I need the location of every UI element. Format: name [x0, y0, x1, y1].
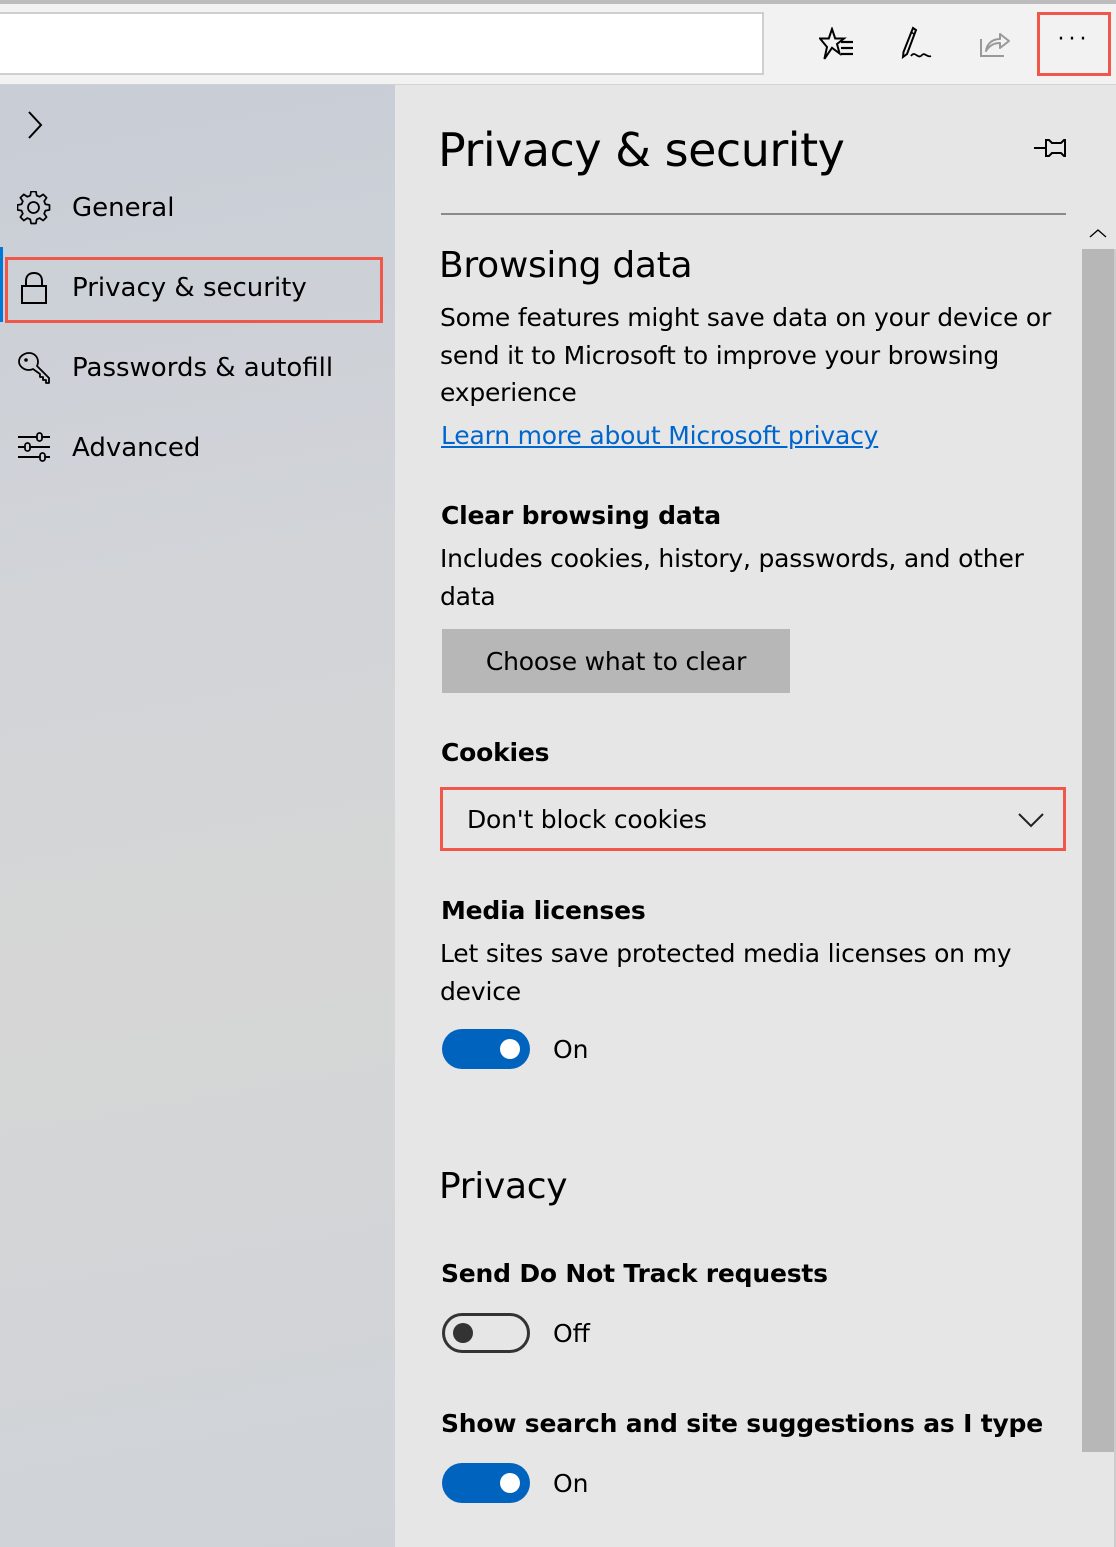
section-heading-browsing-data: Browsing data: [439, 245, 693, 286]
do-not-track-heading: Send Do Not Track requests: [441, 1259, 828, 1288]
favorites-icon: [819, 27, 853, 60]
title-divider: [441, 213, 1066, 215]
more-icon: ···: [1057, 27, 1091, 52]
browser-toolbar: ···: [0, 4, 1116, 85]
address-bar-input[interactable]: [0, 12, 764, 75]
pen-icon: [901, 26, 932, 60]
share-button[interactable]: [960, 12, 1030, 76]
expand-sidebar-button[interactable]: [18, 107, 52, 143]
chevron-up-icon: [1089, 229, 1107, 238]
toggle-state-label: On: [553, 1034, 589, 1064]
pin-icon: [1034, 139, 1066, 157]
favorites-button[interactable]: [802, 12, 872, 76]
gear-icon: [17, 191, 51, 225]
annotation-highlight-box: [5, 257, 383, 323]
scrollbar-thumb[interactable]: [1082, 249, 1114, 1452]
do-not-track-toggle-row: Off: [442, 1313, 742, 1353]
media-licenses-toggle[interactable]: [442, 1029, 530, 1069]
cookies-selected-value: Don't block cookies: [467, 804, 707, 834]
chevron-right-icon: [28, 111, 43, 139]
toggle-knob: [500, 1039, 520, 1059]
settings-sidebar: General Privacy & security Passwords & a…: [0, 85, 395, 1547]
browsing-data-description: Some features might save data on your de…: [440, 303, 1052, 407]
cookies-select[interactable]: Don't block cookies: [440, 787, 1066, 851]
toggle-knob: [500, 1473, 520, 1493]
clear-browsing-data-heading: Clear browsing data: [441, 501, 721, 530]
media-licenses-heading: Media licenses: [441, 896, 646, 925]
toggle-state-label: On: [553, 1468, 589, 1498]
settings-and-more-button[interactable]: ···: [1037, 12, 1111, 76]
learn-more-privacy-link[interactable]: Learn more about Microsoft privacy: [441, 421, 878, 450]
key-icon: [17, 351, 51, 385]
share-icon: [980, 33, 1010, 57]
chevron-down-icon: [1018, 813, 1044, 828]
sidebar-item-label: Passwords & autofill: [72, 353, 334, 383]
scroll-up-button[interactable]: [1085, 223, 1111, 243]
sidebar-item-passwords-autofill[interactable]: Passwords & autofill: [0, 336, 395, 400]
do-not-track-toggle[interactable]: [442, 1313, 530, 1353]
media-licenses-toggle-row: On: [442, 1029, 742, 1069]
add-notes-button[interactable]: [881, 12, 951, 76]
cookies-heading: Cookies: [441, 738, 550, 767]
page-title: Privacy & security: [438, 123, 845, 177]
section-heading-privacy: Privacy: [439, 1166, 568, 1207]
sliders-icon: [17, 431, 51, 465]
search-suggestions-toggle-row: On: [442, 1463, 742, 1503]
privacy-security-panel: Privacy & security Browsing data Some fe…: [395, 85, 1116, 1547]
sidebar-item-label: General: [72, 193, 175, 223]
toggle-state-label: Off: [553, 1318, 590, 1348]
sidebar-item-general[interactable]: General: [0, 176, 395, 240]
pin-panel-button[interactable]: [1032, 135, 1068, 163]
search-suggestions-toggle[interactable]: [442, 1463, 530, 1503]
search-suggestions-heading: Show search and site suggestions as I ty…: [441, 1409, 1044, 1438]
sidebar-item-label: Advanced: [72, 433, 201, 463]
choose-what-to-clear-button[interactable]: Choose what to clear: [442, 629, 790, 693]
clear-browsing-data-description: Includes cookies, history, passwords, an…: [440, 544, 1024, 611]
toggle-knob: [453, 1323, 473, 1343]
media-licenses-description: Let sites save protected media licenses …: [440, 939, 1012, 1006]
sidebar-item-advanced[interactable]: Advanced: [0, 416, 395, 480]
